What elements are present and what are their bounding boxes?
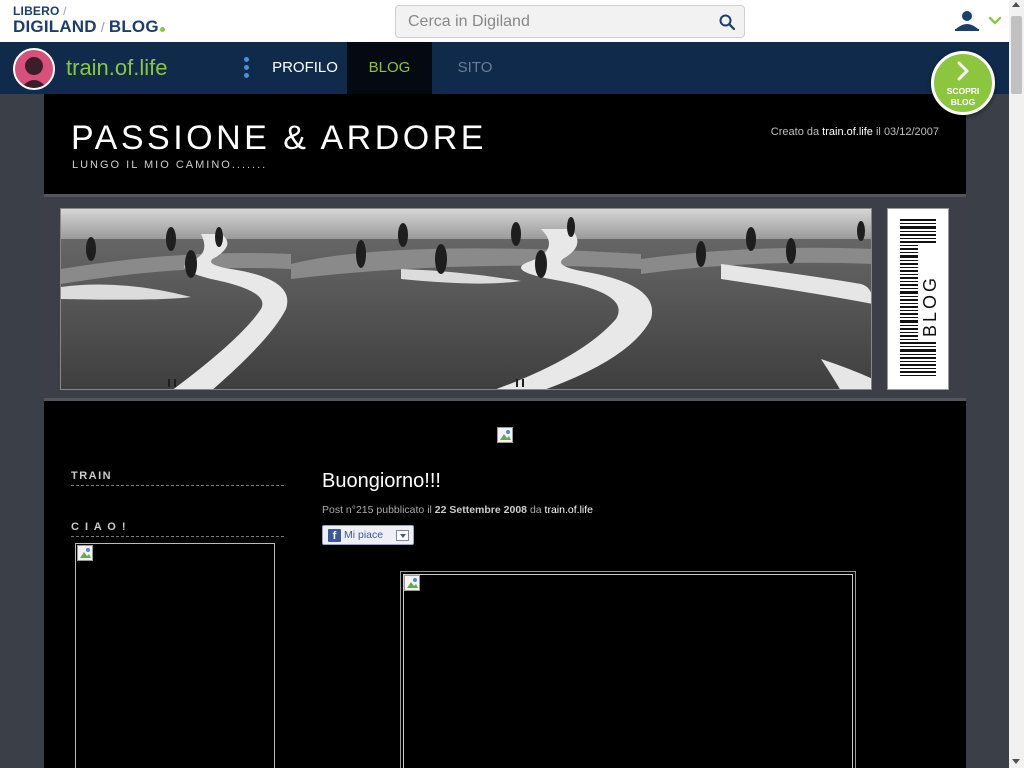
discover-line2: BLOG xyxy=(950,97,976,107)
search-icon[interactable] xyxy=(719,14,735,30)
blog-title: PASSIONE & ARDORE xyxy=(71,119,487,157)
post-title[interactable]: Buongiorno!!! xyxy=(322,470,441,493)
user-menu-button[interactable] xyxy=(950,6,1004,36)
chevron-down-icon xyxy=(988,16,1002,25)
user-icon xyxy=(955,11,979,31)
scroll-down-icon[interactable] xyxy=(1012,759,1020,764)
search-box xyxy=(395,5,745,38)
broken-image-icon xyxy=(77,545,93,561)
sidebar-heading-train: TRAIN xyxy=(71,470,284,486)
tab-sito[interactable]: SITO xyxy=(432,42,518,94)
created-date: 03/12/2007 xyxy=(883,126,939,138)
digiland-blog-logo[interactable]: LIBERO / DIGILAND / BLOG xyxy=(13,4,165,37)
banner-road-image xyxy=(60,208,872,390)
broken-image-icon xyxy=(497,427,513,443)
blog-banner: BLOG xyxy=(44,194,966,401)
broken-image-icon xyxy=(404,575,420,591)
dropdown-arrow-icon[interactable] xyxy=(396,530,409,541)
logo-separator: / xyxy=(100,19,105,35)
blog-barcode-badge: BLOG xyxy=(887,208,949,390)
blog-created-info: Creato da train.of.life il 03/12/2007 xyxy=(771,126,939,138)
scrollbar-thumb[interactable] xyxy=(1011,16,1022,94)
more-vertical-icon[interactable] xyxy=(243,57,251,81)
search-input[interactable] xyxy=(408,12,708,32)
logo-slash: / xyxy=(63,4,67,18)
sidebar-heading-ciao: C I A O ! xyxy=(71,521,284,537)
facebook-icon: f xyxy=(328,529,341,542)
logo-blog: BLOG xyxy=(108,17,159,36)
post-image-frame xyxy=(403,574,853,768)
created-by-link[interactable]: train.of.life xyxy=(822,126,873,138)
created-on-prefix: il xyxy=(875,126,881,138)
tab-blog[interactable]: BLOG xyxy=(347,42,432,94)
post-image xyxy=(400,571,856,768)
post-meta-prefix: Post n°215 pubblicato il xyxy=(322,504,432,516)
blog-name-link[interactable]: train.of.life xyxy=(66,55,168,81)
post-author-prefix: da xyxy=(529,504,542,516)
logo-digiland: DIGILAND xyxy=(13,17,97,36)
post-author-link[interactable]: train.of.life xyxy=(545,504,593,516)
avatar[interactable] xyxy=(13,48,55,90)
blog-page: PASSIONE & ARDORE LUNGO IL MIO CAMINO...… xyxy=(44,94,966,768)
discover-blog-button[interactable]: SCOPRI BLOG xyxy=(931,51,995,115)
like-label: Mi piace xyxy=(344,529,384,541)
discover-line1: SCOPRI xyxy=(946,86,980,96)
chevron-right-icon xyxy=(957,61,969,81)
facebook-like-button[interactable]: f Mi piace xyxy=(322,525,414,545)
scroll-up-icon[interactable] xyxy=(1012,2,1020,7)
post-date: 22 Settembre 2008 xyxy=(434,504,528,516)
created-prefix: Creato da xyxy=(770,126,820,138)
blog-subtitle: LUNGO IL MIO CAMINO....... xyxy=(72,159,268,171)
logo-libero: LIBERO xyxy=(13,4,60,18)
barcode-label: BLOG xyxy=(920,275,940,337)
post-meta: Post n°215 pubblicato il 22 Settembre 20… xyxy=(322,504,593,516)
blog-nav-bar: train.of.life PROFILO BLOG SITO xyxy=(0,42,1009,94)
top-header: LIBERO / DIGILAND / BLOG xyxy=(0,0,1009,42)
sidebar-image xyxy=(75,543,275,768)
logo-dot-icon xyxy=(159,27,165,32)
page-scrollbar[interactable] xyxy=(1009,0,1024,768)
tab-profilo[interactable]: PROFILO xyxy=(262,42,348,94)
